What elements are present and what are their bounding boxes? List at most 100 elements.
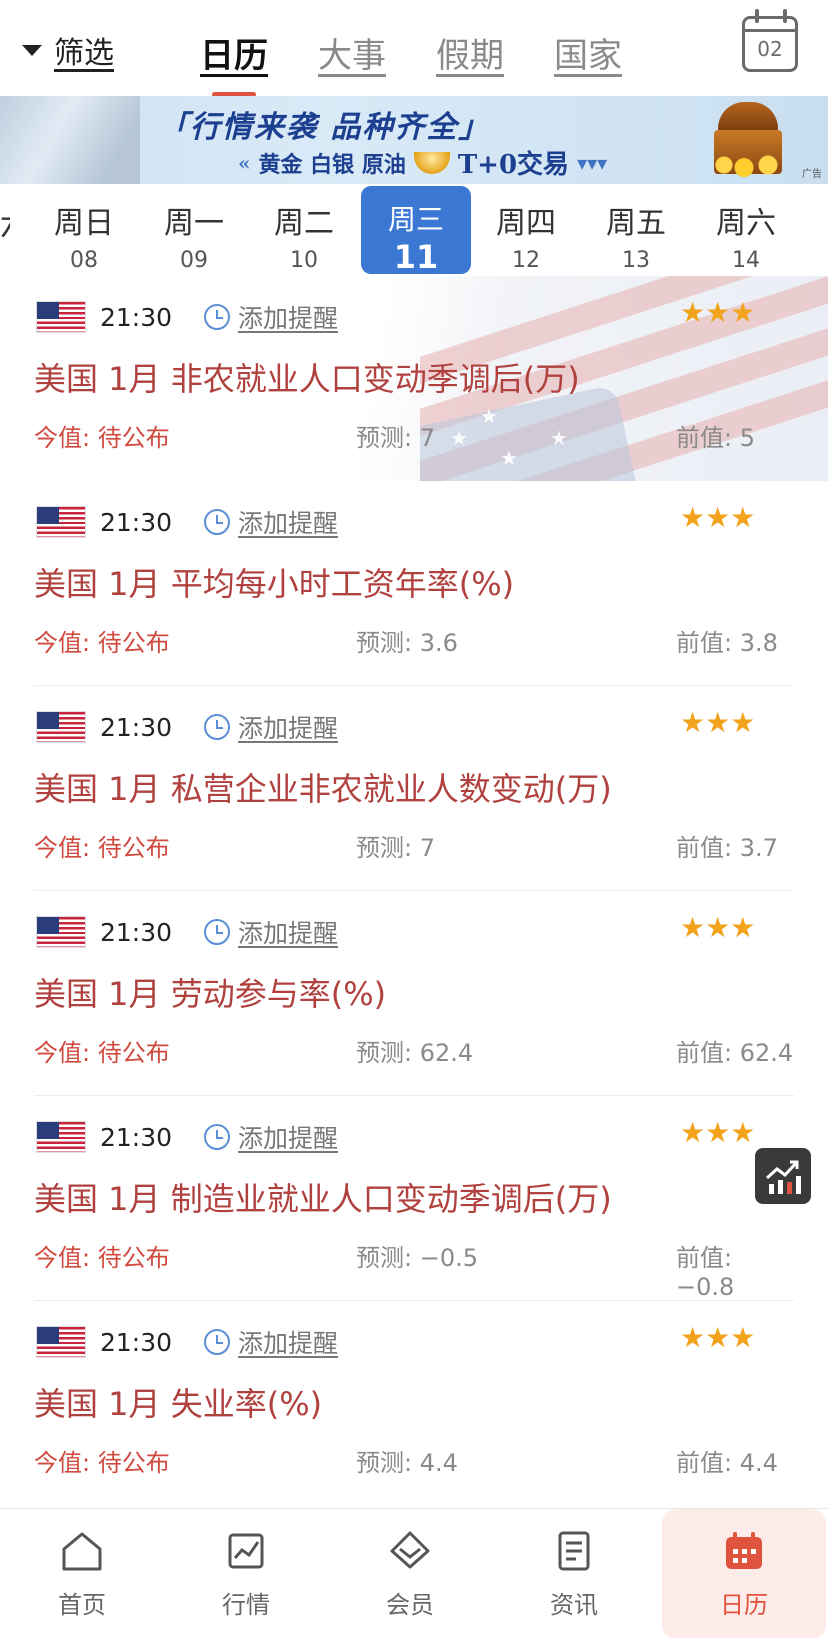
top-bar: 筛选 日历 大事 假期 国家 02 [0, 0, 828, 97]
alarm-clock-icon [204, 509, 230, 535]
importance-stars: ★★★ [680, 911, 756, 944]
event-card[interactable]: ★ ★ ★ ★ 21:30 添加提醒 ★★★ 美国 1月 非农就业人口变动季调后… [0, 276, 828, 481]
day-saturday[interactable]: 周六 14 [696, 184, 796, 276]
event-title: 美国 1月 平均每小时工资年率(%) [34, 565, 515, 603]
nav-calendar[interactable]: 日历 [662, 1509, 826, 1638]
event-time-row: 21:30 [36, 298, 172, 336]
actual-value: 今值: 待公布 [34, 834, 170, 862]
caret-down-icon [22, 44, 42, 56]
event-card[interactable]: 21:30 添加提醒 ★★★ 美国 1月 失业率(%) 今值: 待公布 预测: … [0, 1301, 828, 1506]
nav-membership[interactable]: 会员 [328, 1509, 492, 1638]
top-tabs: 日历 大事 假期 国家 [200, 28, 622, 97]
nav-news-label: 资讯 [550, 1591, 598, 1619]
importance-stars: ★★★ [680, 1116, 756, 1149]
day-friday[interactable]: 周五 13 [586, 184, 686, 276]
day-monday[interactable]: 周一 09 [144, 184, 244, 276]
tab-major-events[interactable]: 大事 [318, 28, 386, 77]
add-reminder-button[interactable]: 添加提醒 [204, 708, 338, 746]
event-card[interactable]: 21:30 添加提醒 ★★★ 美国 1月 制造业就业人口变动季调后(万) 今值:… [0, 1096, 828, 1301]
alarm-clock-icon [204, 1124, 230, 1150]
event-values-row: 今值: 待公布 预测: 62.4 前值: 62.4 [34, 1033, 794, 1067]
add-reminder-button[interactable]: 添加提醒 [204, 298, 338, 336]
previous-value: 前值: 62.4 [676, 1039, 794, 1067]
banner-products: 黄金 白银 原油 [258, 151, 406, 178]
filter-label: 筛选 [54, 36, 114, 71]
day-date: 09 [180, 248, 208, 273]
event-list[interactable]: ★ ★ ★ ★ 21:30 添加提醒 ★★★ 美国 1月 非农就业人口变动季调后… [0, 276, 828, 1508]
importance-stars: ★★★ [680, 706, 756, 739]
event-values-row: 今值: 待公布 预测: −0.5 前值: −0.8 [34, 1238, 794, 1301]
importance-stars: ★★★ [680, 1321, 756, 1354]
day-date: 11 [393, 238, 439, 276]
actual-value: 今值: 待公布 [34, 1449, 170, 1477]
diamond-icon [390, 1531, 430, 1569]
event-time-row: 21:30 [36, 913, 172, 951]
event-time: 21:30 [100, 1327, 173, 1357]
ad-banner[interactable]: 「行情来袭 品种齐全」 « 黄金 白银 原油 T+0交易 ▾▾▾ 广告 [0, 96, 828, 184]
day-weekday: 周四 [496, 206, 556, 241]
nav-market[interactable]: 行情 [164, 1509, 328, 1638]
banner-right-chevrons: ▾▾▾ [577, 150, 608, 175]
nav-home[interactable]: 首页 [0, 1509, 164, 1638]
previous-value: 前值: 4.4 [676, 1449, 778, 1477]
importance-stars: ★★★ [680, 501, 756, 534]
add-reminder-button[interactable]: 添加提醒 [204, 1323, 338, 1361]
event-card[interactable]: 21:30 添加提醒 ★★★ 美国 1月 私营企业非农就业人数变动(万) 今值:… [0, 686, 828, 891]
actual-value: 今值: 待公布 [34, 629, 170, 657]
home-icon [62, 1532, 102, 1571]
tab-holidays[interactable]: 假期 [436, 28, 504, 77]
day-tuesday[interactable]: 周二 10 [254, 184, 354, 276]
day-weekday: 周三 [387, 203, 444, 236]
alarm-clock-icon [204, 1329, 230, 1355]
day-date: 14 [732, 248, 760, 273]
nav-market-label: 行情 [222, 1591, 270, 1619]
event-card[interactable]: 21:30 添加提醒 ★★★ 美国 1月 劳动参与率(%) 今值: 待公布 预测… [0, 891, 828, 1096]
previous-day-edge[interactable]: 六 [0, 200, 10, 244]
day-weekday: 周一 [164, 206, 224, 241]
filter-button[interactable]: 筛选 [22, 28, 114, 72]
tab-countries[interactable]: 国家 [554, 28, 622, 77]
us-flag-icon [36, 301, 86, 333]
tab-calendar[interactable]: 日历 [200, 28, 268, 97]
event-card[interactable]: 21:30 添加提醒 ★★★ 美国 1月 平均每小时工资年率(%) 今值: 待公… [0, 481, 828, 686]
banner-left-chevrons: « [238, 150, 251, 175]
event-values-row: 今值: 待公布 预测: 7 前值: 3.7 [34, 828, 794, 862]
add-reminder-label: 添加提醒 [238, 919, 339, 948]
day-date: 10 [290, 248, 318, 273]
floating-chart-button[interactable] [755, 1148, 811, 1204]
day-wednesday-selected[interactable]: 周三 11 [361, 186, 471, 276]
previous-value: 前值: 5 [676, 424, 755, 452]
add-reminder-button[interactable]: 添加提醒 [204, 503, 338, 541]
day-weekday: 周二 [274, 206, 334, 241]
event-time: 21:30 [100, 712, 173, 742]
alarm-clock-icon [204, 304, 230, 330]
us-flag-icon [36, 506, 86, 538]
day-date: 08 [70, 248, 98, 273]
ad-tag: 广告 [802, 169, 822, 180]
add-reminder-label: 添加提醒 [238, 1329, 339, 1358]
day-date: 13 [622, 248, 650, 273]
event-title: 美国 1月 制造业就业人口变动季调后(万) [34, 1180, 612, 1218]
forecast-value: 预测: 7 [356, 424, 435, 452]
date-picker-button[interactable]: 02 [742, 9, 798, 72]
event-time: 21:30 [100, 507, 173, 537]
actual-value: 今值: 待公布 [34, 1244, 170, 1272]
event-time-row: 21:30 [36, 1118, 172, 1156]
treasure-chest-icon [708, 102, 788, 178]
us-flag-icon [36, 1326, 86, 1358]
date-picker-day: 02 [757, 37, 783, 61]
nav-calendar-label: 日历 [720, 1591, 768, 1619]
event-values-row: 今值: 待公布 预测: 7 前值: 5 [34, 418, 794, 452]
forecast-value: 预测: 62.4 [356, 1039, 474, 1067]
nav-news[interactable]: 资讯 [492, 1509, 656, 1638]
day-date: 12 [512, 248, 540, 273]
add-reminder-button[interactable]: 添加提醒 [204, 1118, 338, 1156]
day-thursday[interactable]: 周四 12 [476, 184, 576, 276]
forecast-value: 预测: −0.5 [356, 1244, 478, 1272]
add-reminder-button[interactable]: 添加提醒 [204, 913, 338, 951]
calendar-ring-icon [755, 9, 759, 23]
us-flag-icon [36, 1121, 86, 1153]
event-title: 美国 1月 失业率(%) [34, 1385, 323, 1423]
forecast-value: 预测: 4.4 [356, 1449, 458, 1477]
day-sunday[interactable]: 周日 08 [34, 184, 134, 276]
